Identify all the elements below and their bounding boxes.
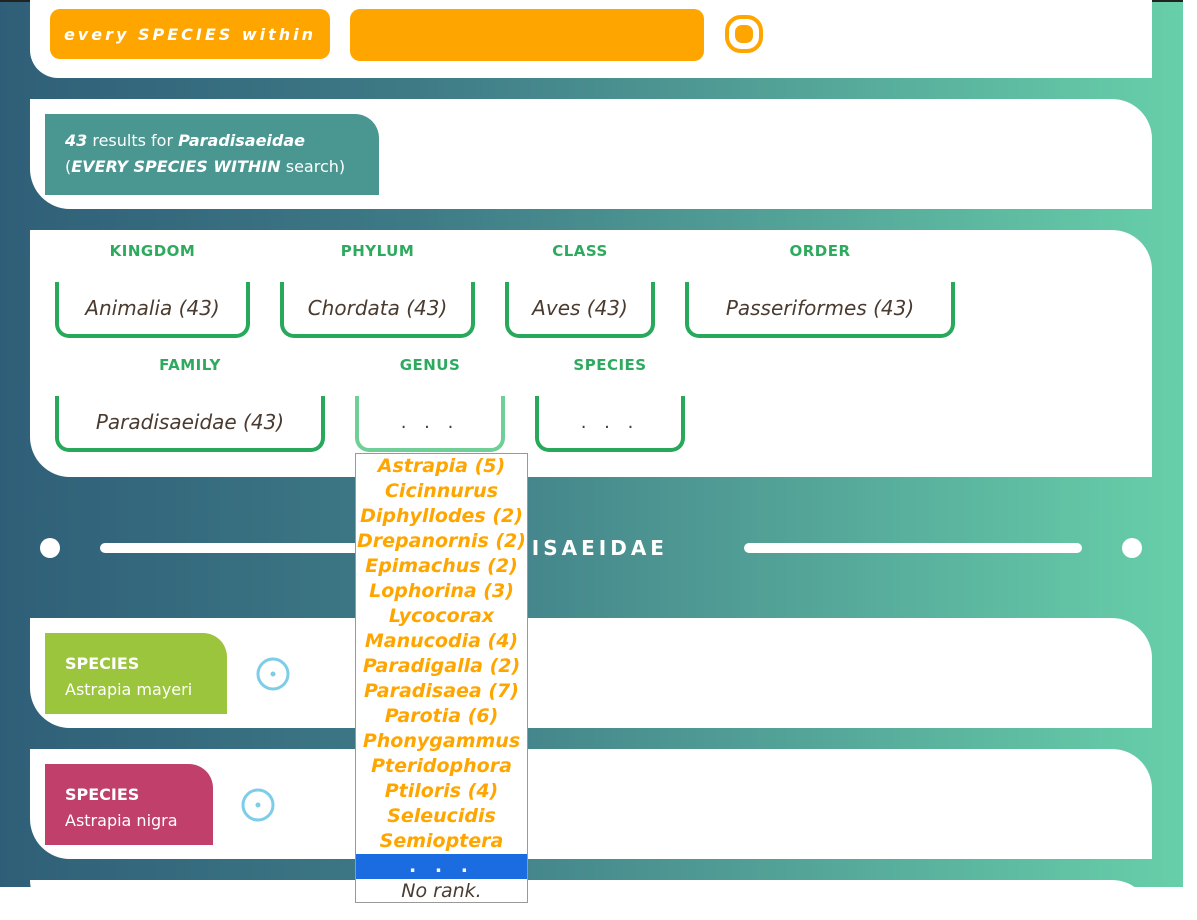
rank-select-phylum[interactable]: Chordata (43)	[280, 282, 475, 338]
rank-value-phylum: Chordata (43)	[307, 296, 448, 320]
divider-line-right	[744, 543, 1082, 553]
species-type-label: SPECIES	[65, 785, 140, 804]
divider-dot-left	[40, 538, 60, 558]
divider-line-left	[100, 543, 360, 553]
results-mode: EVERY SPECIES WITHIN	[71, 157, 281, 176]
species-name: Astrapia mayeri	[65, 680, 193, 699]
rank-value-species: . . .	[580, 411, 640, 433]
dropdown-option-no-rank[interactable]: No rank.	[356, 879, 527, 902]
results-mode-suffix: search)	[280, 157, 346, 176]
results-count: 43	[65, 131, 88, 150]
genus-dropdown-list[interactable]: Astrapia (5) Cicinnurus Diphyllodes (2) …	[355, 453, 528, 903]
results-count-suffix: results for	[87, 131, 179, 150]
dropdown-option[interactable]: Pteridophora	[356, 754, 527, 779]
rank-label-class: CLASS	[552, 242, 608, 260]
rank-select-order[interactable]: Passeriformes (43)	[685, 282, 955, 338]
locate-icon[interactable]	[255, 656, 291, 692]
species-name: Astrapia nigra	[65, 811, 178, 830]
search-input[interactable]	[350, 9, 704, 61]
dropdown-option-selected[interactable]: . . .	[356, 854, 527, 879]
rank-label-genus: GENUS	[399, 356, 461, 374]
rank-value-genus: . . .	[400, 411, 460, 433]
rank-label-family: FAMILY	[159, 356, 221, 374]
rank-value-kingdom: Animalia (43)	[85, 296, 220, 320]
species-type-label: SPECIES	[65, 654, 140, 673]
species-badge[interactable]: SPECIES Astrapia nigra	[45, 764, 213, 845]
rank-select-class[interactable]: Aves (43)	[505, 282, 655, 338]
rank-value-family: Paradisaeidae (43)	[95, 410, 285, 434]
rank-label-kingdom: KINGDOM	[109, 242, 196, 260]
rank-select-genus[interactable]: . . .	[355, 396, 505, 452]
dropdown-option[interactable]: Drepanornis (2)	[356, 529, 527, 554]
dropdown-option[interactable]: Cicinnurus	[356, 479, 527, 504]
dropdown-option[interactable]: Epimachus (2)	[356, 554, 527, 579]
species-card	[30, 880, 1152, 920]
dropdown-option[interactable]: Astrapia (5)	[356, 454, 527, 479]
rank-select-kingdom[interactable]: Animalia (43)	[55, 282, 250, 338]
dropdown-option[interactable]: Phonygammus	[356, 729, 527, 754]
search-mode-button[interactable]: every SPECIES within	[50, 9, 330, 59]
results-summary: 43 results for Paradisaeidae (EVERY SPEC…	[45, 114, 379, 195]
dropdown-option[interactable]: Seleucidis	[356, 804, 527, 829]
dropdown-option[interactable]: Manucodia (4)	[356, 629, 527, 654]
rank-label-order: ORDER	[789, 242, 851, 260]
rank-select-family[interactable]: Paradisaeidae (43)	[55, 396, 325, 452]
rank-label-phylum: PHYLUM	[340, 242, 415, 260]
locate-icon[interactable]	[240, 787, 276, 823]
rank-value-class: Aves (43)	[532, 296, 628, 320]
dropdown-option[interactable]: Lycocorax	[356, 604, 527, 629]
species-badge[interactable]: SPECIES Astrapia mayeri	[45, 633, 227, 714]
dropdown-option[interactable]: Paradigalla (2)	[356, 654, 527, 679]
dropdown-option[interactable]: Paradisaea (7)	[356, 679, 527, 704]
rank-select-species[interactable]: . . .	[535, 396, 685, 452]
rank-value-order: Passeriformes (43)	[725, 296, 915, 320]
rank-label-species: SPECIES	[573, 356, 647, 374]
dropdown-option[interactable]: Semioptera	[356, 829, 527, 854]
dropdown-option[interactable]: Lophorina (3)	[356, 579, 527, 604]
results-query: Paradisaeidae	[178, 131, 306, 150]
search-go-icon[interactable]	[724, 14, 764, 54]
dropdown-option[interactable]: Diphyllodes (2)	[356, 504, 527, 529]
divider-dot-right	[1122, 538, 1142, 558]
dropdown-option[interactable]: Ptiloris (4)	[356, 779, 527, 804]
dropdown-option[interactable]: Parotia (6)	[356, 704, 527, 729]
